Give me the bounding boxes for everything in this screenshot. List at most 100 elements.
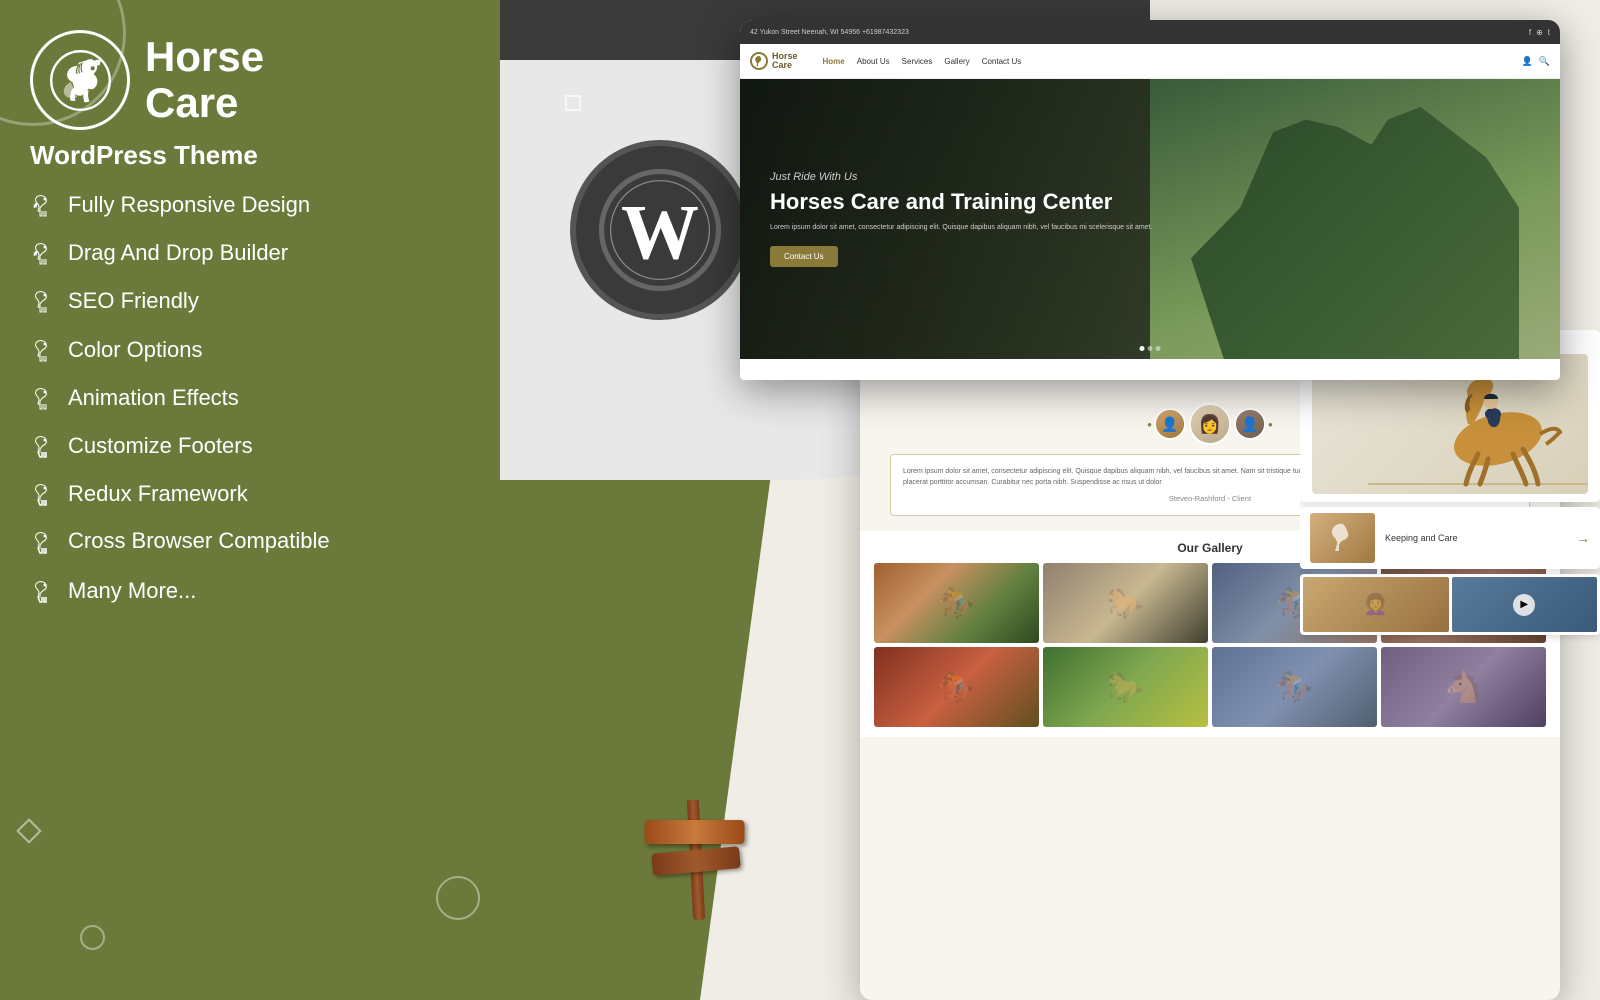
gallery-img-2: 🐎: [1043, 563, 1208, 643]
feature-item-redux: Redux Framework: [30, 480, 470, 516]
feature-label-browser: Cross Browser Compatible: [68, 528, 330, 554]
svg-text:W: W: [621, 189, 699, 276]
nav-actions: 👤 🔍: [1522, 56, 1550, 67]
feature-label-footer: Customize Footers: [68, 432, 253, 461]
gallery-panel-bottom: 👩‍🦱 🏇 ▶: [1300, 574, 1600, 635]
nav-contact[interactable]: Contact Us: [982, 57, 1022, 66]
feature-item-responsive: Fully Responsive Design: [30, 191, 470, 227]
hero-description: Lorem ipsum dolor sit amet, consectetur …: [770, 223, 1152, 234]
feature-item-animation: Animation Effects: [30, 384, 470, 420]
feature-item-footer: Customize Footers: [30, 432, 470, 468]
gallery-cell-5: 🏇: [874, 647, 1039, 727]
hero-horse-bg: [1150, 79, 1560, 359]
feature-label-animation: Animation Effects: [68, 384, 239, 413]
nav-gallery[interactable]: Gallery: [944, 57, 969, 66]
search-icon[interactable]: 🔍: [1539, 56, 1550, 67]
horse-icon-animation: [30, 386, 56, 420]
feature-item-more: Many More...: [30, 577, 470, 613]
service-cards: Keeping and Care →: [1300, 507, 1600, 569]
hero-section: Just Ride With Us Horses Care and Traini…: [740, 79, 1560, 359]
avatar-2-main: 👩: [1189, 403, 1231, 445]
social-icons: f ⊕ t: [1529, 28, 1550, 37]
feature-label-color: Color Options: [68, 336, 203, 365]
wp-logo-letter: W: [595, 165, 725, 295]
address-info: 42 Yukon Street Neenah, WI 54956 +619874…: [750, 29, 909, 36]
gallery-img-1: 🏇: [874, 563, 1039, 643]
play-button[interactable]: ▶: [1513, 594, 1535, 616]
hero-content: Just Ride With Us Horses Care and Traini…: [740, 151, 1182, 287]
hero-cta-button[interactable]: Contact Us: [770, 246, 838, 267]
nav-brand-text: HorseCare: [772, 52, 798, 70]
wordpress-logo-container: W: [570, 140, 750, 320]
service-img-keeping: [1310, 513, 1375, 563]
wooden-board-1: [645, 820, 745, 844]
avatar-1: 👤: [1154, 408, 1186, 440]
service-arrow-keeping[interactable]: →: [1576, 530, 1590, 546]
nav-about[interactable]: About Us: [857, 57, 890, 66]
decorative-circle: [80, 925, 105, 950]
user-icon[interactable]: 👤: [1522, 56, 1533, 67]
logo-circle: [30, 30, 130, 130]
right-panel: W 42 Yukon Street Neenah, WI 54956 +6198…: [430, 0, 1600, 1000]
browser-top-bar: 42 Yukon Street Neenah, WI 54956 +619874…: [740, 20, 1560, 44]
gallery-thumb-1: 👩‍🦱: [1303, 577, 1449, 632]
horse-icon-builder: [30, 241, 56, 275]
hero-title: Horses Care and Training Center: [770, 189, 1152, 215]
horse-icon-footer: [30, 434, 56, 468]
feature-label-seo: SEO Friendly: [68, 287, 199, 316]
wordpress-logo: W: [570, 140, 750, 320]
hero-subtitle: Just Ride With Us: [770, 171, 1152, 183]
feature-item-color: Color Options: [30, 336, 470, 372]
dot-left: ●: [1147, 420, 1152, 429]
gallery-cell-2: 🐎: [1043, 563, 1208, 643]
feature-list: Fully Responsive Design Drag And Drop Bu…: [30, 191, 470, 613]
site-logo-nav: HorseCare: [750, 52, 798, 70]
left-panel: Horse Care WordPress Theme Fully Respons…: [0, 0, 500, 1000]
right-side-panel: We are fully approved by the: [1300, 330, 1600, 1000]
gallery-img-6: 🐎: [1043, 647, 1208, 727]
gallery-img-5: 🏇: [874, 647, 1039, 727]
feature-item-browser: Cross Browser Compatible: [30, 528, 470, 564]
nav-links: Home About Us Services Gallery Contact U…: [823, 57, 1512, 66]
instagram-icon: ⊕: [1536, 28, 1543, 37]
avatar-3: 👤: [1234, 408, 1266, 440]
horse-icon-seo: [30, 289, 56, 323]
browser-mockup-top: 42 Yukon Street Neenah, WI 54956 +619874…: [740, 20, 1560, 380]
decorative-diamond: [16, 818, 41, 843]
horse-icon-color: [30, 338, 56, 372]
dot-3: [1156, 346, 1161, 351]
horse-icon-browser: [30, 530, 56, 564]
gallery-cell-1: 🏇: [874, 563, 1039, 643]
feature-item-seo: SEO Friendly: [30, 287, 470, 323]
feature-label-redux: Redux Framework: [68, 480, 248, 509]
horse-logo-icon: [48, 48, 113, 113]
decorative-square: [565, 95, 581, 111]
feature-label-more: Many More...: [68, 577, 196, 606]
facebook-icon: f: [1529, 28, 1531, 37]
gallery-thumb-row-1: 👩‍🦱 🏇 ▶: [1300, 574, 1600, 635]
horse-icon-responsive: [30, 193, 56, 227]
gallery-cell-6: 🐎: [1043, 647, 1208, 727]
dot-1: [1140, 346, 1145, 351]
hero-horse-silhouette: [1191, 107, 1519, 359]
browser-main-nav: HorseCare Home About Us Services Gallery…: [740, 44, 1560, 79]
nav-home[interactable]: Home: [823, 57, 845, 66]
service-text-keeping: Keeping and Care: [1385, 533, 1458, 543]
horse-icon-more: [30, 579, 56, 613]
slide-dots: [1140, 346, 1161, 351]
gallery-thumb-video: 🏇 ▶: [1452, 577, 1598, 632]
dot-2: [1148, 346, 1153, 351]
horse-icon-redux: [30, 482, 56, 516]
wooden-sign: [687, 800, 705, 920]
feature-label-builder: Drag And Drop Builder: [68, 239, 288, 268]
feature-item-builder: Drag And Drop Builder: [30, 239, 470, 275]
dot-right: ●: [1268, 420, 1273, 429]
twitter-icon: t: [1548, 28, 1550, 37]
feature-label-responsive: Fully Responsive Design: [68, 191, 310, 220]
logo-area: Horse Care: [30, 30, 470, 130]
nav-logo-icon: [750, 52, 768, 70]
theme-subtitle: WordPress Theme: [30, 140, 470, 171]
service-card-keeping: Keeping and Care →: [1300, 507, 1600, 569]
brand-title: Horse Care: [145, 34, 264, 126]
nav-services[interactable]: Services: [902, 57, 933, 66]
